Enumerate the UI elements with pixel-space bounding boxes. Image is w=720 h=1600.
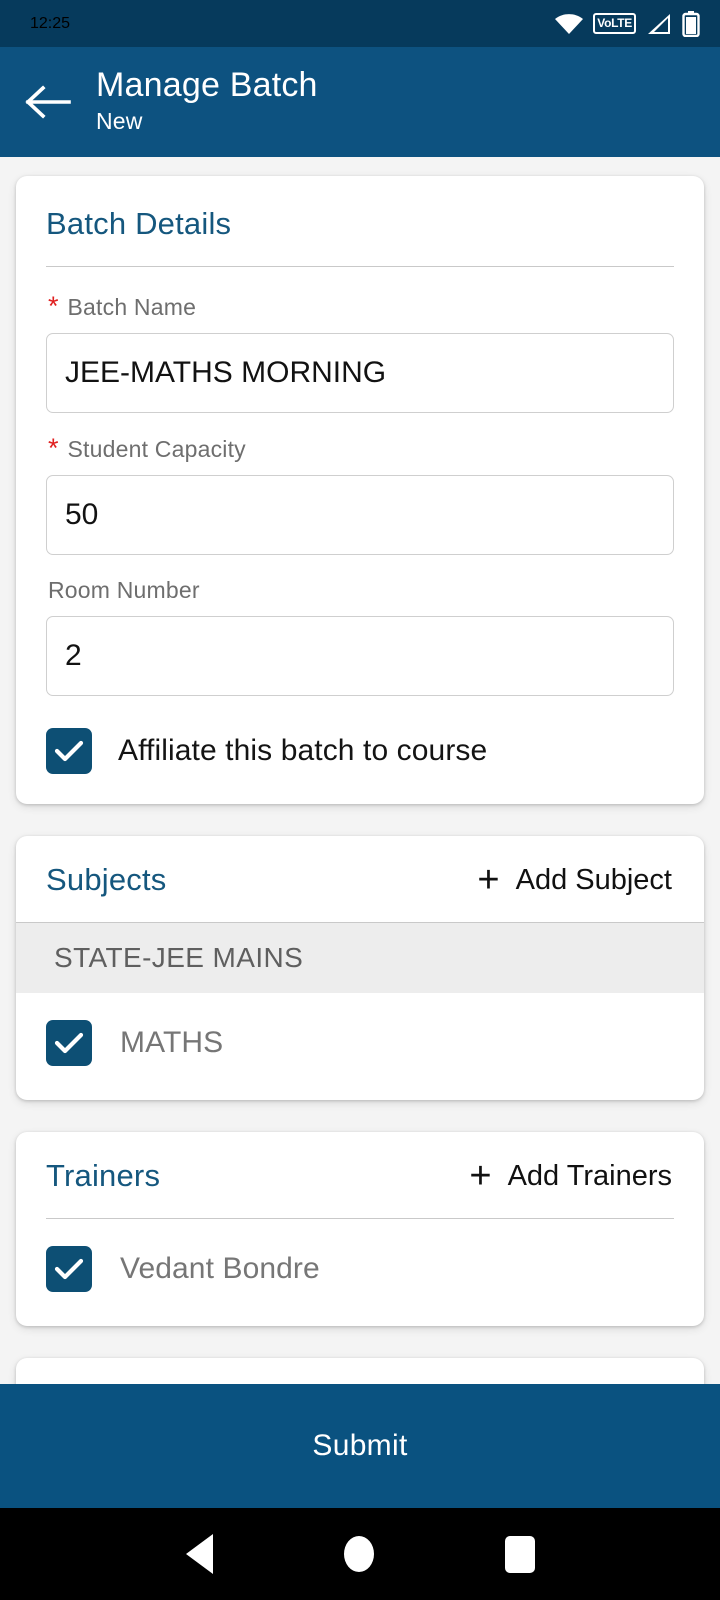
- batch-details-title: Batch Details: [46, 206, 232, 241]
- trainers-card: Trainers + Add Trainers Vedant Bondre: [16, 1132, 704, 1326]
- status-bar: 12:25 VoLTE: [0, 0, 720, 47]
- affiliate-checkbox-row[interactable]: Affiliate this batch to course: [46, 718, 674, 774]
- submit-button[interactable]: Submit: [0, 1384, 720, 1508]
- next-card-partial: [16, 1358, 704, 1384]
- trainer-checkbox[interactable]: [46, 1246, 92, 1292]
- batch-details-card: Batch Details * Batch Name * Student Cap…: [16, 176, 704, 804]
- trainer-label: Vedant Bondre: [120, 1252, 320, 1285]
- wifi-icon: [555, 13, 584, 34]
- field-room-number: Room Number: [46, 577, 674, 696]
- field-student-capacity: * Student Capacity: [46, 435, 674, 555]
- subjects-card: Subjects + Add Subject STATE-JEE MAINS M…: [16, 836, 704, 1100]
- subjects-title: Subjects: [46, 862, 167, 897]
- battery-icon: [682, 10, 700, 37]
- trainers-header: Trainers + Add Trainers: [16, 1132, 704, 1197]
- back-arrow-icon: [25, 85, 71, 119]
- status-icon-group: VoLTE: [554, 10, 700, 37]
- add-trainers-label: Add Trainers: [507, 1159, 672, 1192]
- subjects-header: Subjects + Add Subject: [16, 836, 704, 901]
- field-label-room-number: Room Number: [46, 577, 674, 604]
- app-bar: Manage Batch New: [0, 47, 720, 157]
- required-asterisk: *: [48, 433, 59, 463]
- page-subtitle: New: [96, 107, 143, 134]
- student-capacity-input[interactable]: [46, 475, 674, 555]
- volte-icon: VoLTE: [593, 13, 636, 34]
- plus-icon: +: [477, 858, 500, 901]
- signal-icon: [648, 13, 670, 34]
- batch-details-body: * Batch Name * Student Capacity Room Num…: [16, 267, 704, 804]
- batch-details-header: Batch Details: [16, 176, 704, 242]
- subject-checkbox[interactable]: [46, 1020, 92, 1066]
- check-icon: [54, 740, 84, 762]
- subject-list-item[interactable]: MATHS: [16, 993, 704, 1100]
- label-text: Room Number: [48, 577, 200, 603]
- scroll-content[interactable]: Batch Details * Batch Name * Student Cap…: [0, 157, 720, 1384]
- room-number-input[interactable]: [46, 616, 674, 696]
- field-batch-name: * Batch Name: [46, 293, 674, 413]
- check-icon: [54, 1032, 84, 1054]
- status-clock: 12:25: [30, 14, 71, 32]
- back-button[interactable]: [0, 47, 96, 157]
- plus-icon: +: [469, 1154, 492, 1197]
- android-nav-bar: [0, 1508, 720, 1600]
- app-bar-titles: Manage Batch New: [96, 65, 318, 136]
- batch-name-input[interactable]: [46, 333, 674, 413]
- add-subject-button[interactable]: + Add Subject: [477, 858, 674, 901]
- page-title: Manage Batch: [96, 66, 318, 105]
- trainer-list-item[interactable]: Vedant Bondre: [16, 1219, 704, 1326]
- label-text: Batch Name: [67, 294, 197, 320]
- nav-home-icon[interactable]: [343, 1536, 374, 1572]
- add-subject-label: Add Subject: [515, 863, 672, 896]
- label-text: Student Capacity: [67, 436, 246, 462]
- nav-back-icon[interactable]: [185, 1534, 213, 1574]
- affiliate-checkbox-label: Affiliate this batch to course: [118, 734, 488, 767]
- required-asterisk: *: [48, 291, 59, 321]
- field-label-student-capacity: * Student Capacity: [46, 435, 674, 463]
- add-trainers-button[interactable]: + Add Trainers: [469, 1154, 674, 1197]
- subject-label: MATHS: [120, 1026, 224, 1059]
- trainers-title: Trainers: [46, 1158, 161, 1193]
- check-icon: [54, 1258, 84, 1280]
- nav-recents-icon[interactable]: [504, 1535, 535, 1573]
- affiliate-checkbox[interactable]: [46, 728, 92, 774]
- field-label-batch-name: * Batch Name: [46, 293, 674, 321]
- subject-group-header: STATE-JEE MAINS: [16, 923, 704, 993]
